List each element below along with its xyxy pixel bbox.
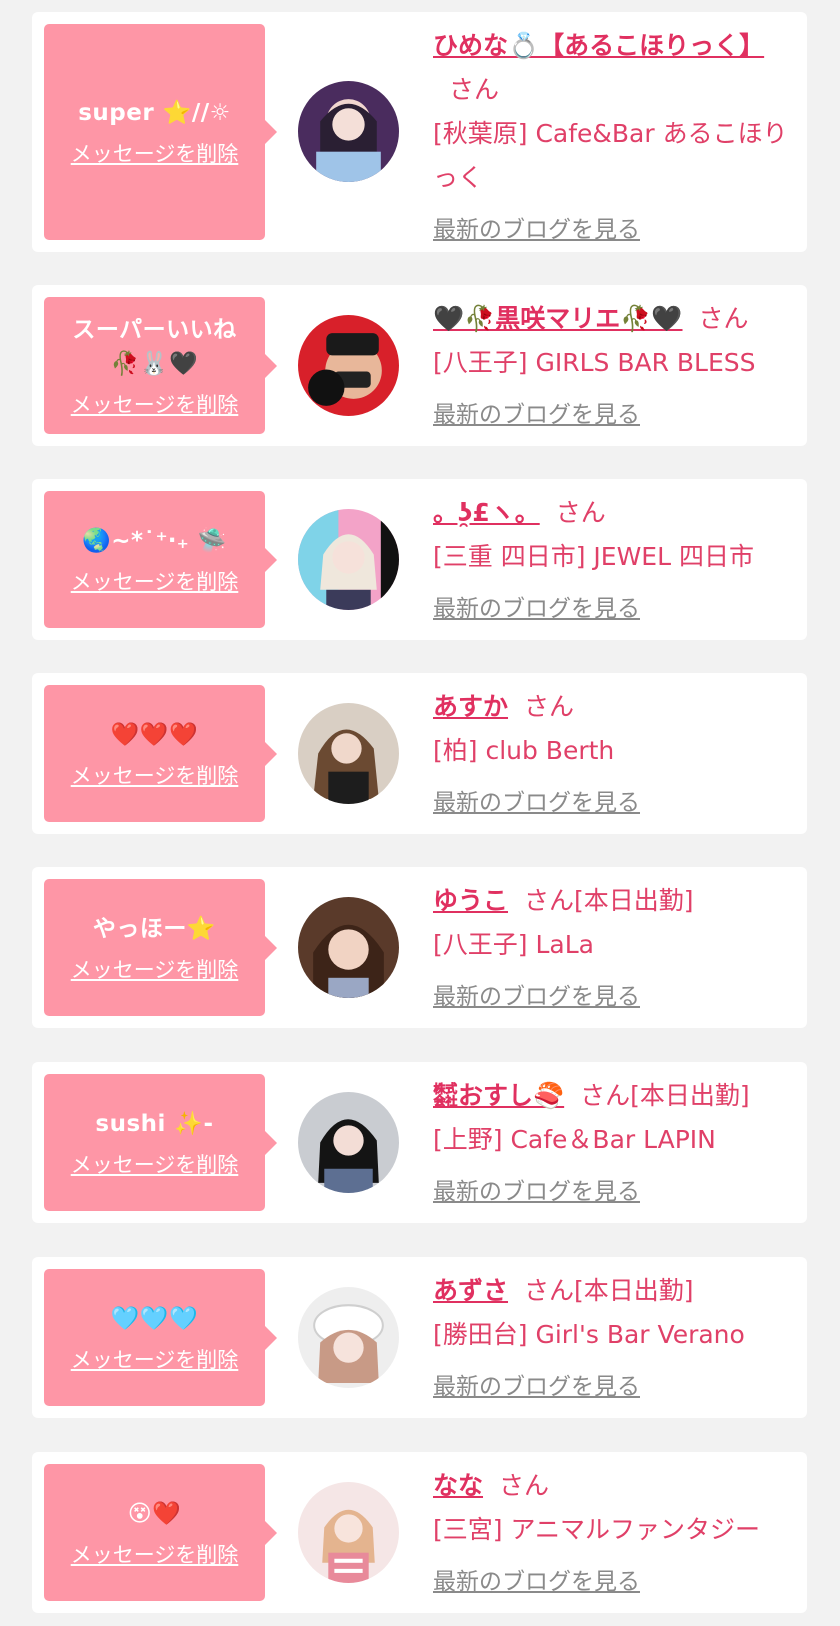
delete-message-link[interactable]: メッセージを削除 bbox=[71, 1539, 239, 1569]
profile-photo-icon bbox=[298, 315, 399, 416]
stamp-message: 😵❤️ bbox=[127, 1500, 182, 1527]
profile-photo-icon bbox=[298, 897, 399, 998]
delete-message-link[interactable]: メッセージを削除 bbox=[71, 389, 239, 419]
favorite-card: 😵❤️ メッセージを削除 なな さん [三宮] アニマルファンタジー 最新のブログ… bbox=[32, 1452, 807, 1613]
honorific: さん bbox=[524, 1276, 575, 1305]
cast-name-link[interactable]: ㍿おすし🍣 bbox=[433, 1081, 564, 1110]
cast-info: ひめな💍【あるこほりっく】さん [秋葉原] Cafe&Bar あるこほりっく 最… bbox=[433, 24, 788, 252]
cast-name-link[interactable]: あずさ bbox=[433, 1276, 508, 1305]
latest-blog-link[interactable]: 最新のブログを見る bbox=[433, 975, 640, 1019]
profile-photo-icon bbox=[298, 1482, 399, 1583]
delete-message-link[interactable]: メッセージを削除 bbox=[71, 760, 239, 790]
honorific: さん bbox=[580, 1081, 631, 1110]
profile-avatar[interactable] bbox=[298, 1287, 399, 1388]
message-bubble: やっほー⭐ メッセージを削除 bbox=[44, 879, 277, 1016]
cast-info: 。ʖ̯£ヽ。 さん [三重 四日市] JEWEL 四日市 最新のブログを見る bbox=[433, 491, 788, 631]
cast-info: 🖤🥀黒咲マリエ🥀🖤 さん [八王子] GIRLS BAR BLESS 最新のブログ… bbox=[433, 297, 788, 437]
message-bubble: スーパーいいね 🥀🐰🖤 メッセージを削除 bbox=[44, 297, 277, 434]
favorite-card: super ⭐//☼ メッセージを削除 ひめな💍【あるこほりっく】さん [秋葉原… bbox=[32, 12, 807, 252]
latest-blog-link[interactable]: 最新のブログを見る bbox=[433, 1170, 640, 1214]
stamp-message: スーパーいいね 🥀🐰🖤 bbox=[72, 316, 237, 377]
shop-name: [三重 四日市] JEWEL 四日市 bbox=[433, 542, 754, 571]
cast-name-link[interactable]: ゆうこ bbox=[433, 886, 508, 915]
cast-info: なな さん [三宮] アニマルファンタジー 最新のブログを見る bbox=[433, 1464, 788, 1604]
favorite-card: ❤️❤️❤️ メッセージを削除 あすか さん [柏] club Berth 最新の… bbox=[32, 673, 807, 834]
honorific: さん bbox=[524, 692, 575, 721]
honorific: さん bbox=[524, 886, 575, 915]
cast-name-link[interactable]: あすか bbox=[433, 692, 508, 721]
honorific: さん bbox=[449, 75, 500, 104]
honorific: さん bbox=[698, 304, 749, 333]
stamp-message: ❤️❤️❤️ bbox=[110, 721, 199, 748]
latest-blog-link[interactable]: 最新のブログを見る bbox=[433, 208, 640, 252]
delete-message-link[interactable]: メッセージを削除 bbox=[71, 954, 239, 984]
shop-name: [勝田台] Girl's Bar Verano bbox=[433, 1320, 745, 1349]
stamp-message: super ⭐//☼ bbox=[78, 100, 231, 126]
cast-name-link[interactable]: 🖤🥀黒咲マリエ🥀🖤 bbox=[433, 304, 683, 333]
cast-name-link[interactable]: ひめな💍【あるこほりっく】 bbox=[433, 31, 764, 60]
profile-photo-icon bbox=[298, 1092, 399, 1193]
delete-message-link[interactable]: メッセージを削除 bbox=[71, 138, 239, 168]
delete-message-link[interactable]: メッセージを削除 bbox=[71, 566, 239, 596]
latest-blog-link[interactable]: 最新のブログを見る bbox=[433, 1560, 640, 1604]
message-bubble: 😵❤️ メッセージを削除 bbox=[44, 1464, 277, 1601]
message-bubble: sushi ✨- メッセージを削除 bbox=[44, 1074, 277, 1211]
latest-blog-link[interactable]: 最新のブログを見る bbox=[433, 1365, 640, 1409]
shop-name: [上野] Cafe＆Bar LAPIN bbox=[433, 1125, 716, 1154]
favorite-card: sushi ✨- メッセージを削除 ㍿おすし🍣 さん[本日出勤] [上野] Caf… bbox=[32, 1062, 807, 1223]
favorite-card: 🩵🩵🩵 メッセージを削除 あずさ さん[本日出勤] [勝田台] Girl's Ba… bbox=[32, 1257, 807, 1418]
favorite-card: やっほー⭐ メッセージを削除 ゆうこ さん[本日出勤] [八王子] LaLa 最新… bbox=[32, 867, 807, 1028]
message-bubble: 🌏~*˙⁺‧₊ 🛸 メッセージを削除 bbox=[44, 491, 277, 628]
profile-photo-icon bbox=[298, 509, 399, 610]
cast-info: あずさ さん[本日出勤] [勝田台] Girl's Bar Verano 最新のブ… bbox=[433, 1269, 788, 1409]
stamp-message: 🌏~*˙⁺‧₊ 🛸 bbox=[82, 527, 227, 554]
work-status: [本日出勤] bbox=[630, 1081, 750, 1110]
shop-name: [八王子] GIRLS BAR BLESS bbox=[433, 348, 756, 377]
latest-blog-link[interactable]: 最新のブログを見る bbox=[433, 781, 640, 825]
stamp-message: やっほー⭐ bbox=[92, 915, 217, 942]
profile-photo-icon bbox=[298, 1287, 399, 1388]
profile-avatar[interactable] bbox=[298, 315, 399, 416]
shop-name: [秋葉原] Cafe&Bar あるこほりっく bbox=[433, 119, 788, 192]
profile-avatar[interactable] bbox=[298, 897, 399, 998]
favorite-card: スーパーいいね 🥀🐰🖤 メッセージを削除 🖤🥀黒咲マリエ🥀🖤 さん [八王子] G… bbox=[32, 285, 807, 446]
profile-photo-icon bbox=[298, 81, 399, 182]
delete-message-link[interactable]: メッセージを削除 bbox=[71, 1344, 239, 1374]
cast-info: ㍿おすし🍣 さん[本日出勤] [上野] Cafe＆Bar LAPIN 最新のブログ… bbox=[433, 1074, 788, 1214]
cast-name-link[interactable]: 。ʖ̯£ヽ。 bbox=[433, 498, 540, 527]
cast-info: ゆうこ さん[本日出勤] [八王子] LaLa 最新のブログを見る bbox=[433, 879, 788, 1019]
message-bubble: ❤️❤️❤️ メッセージを削除 bbox=[44, 685, 277, 822]
profile-avatar[interactable] bbox=[298, 509, 399, 610]
shop-name: [柏] club Berth bbox=[433, 736, 615, 765]
favorites-list: super ⭐//☼ メッセージを削除 ひめな💍【あるこほりっく】さん [秋葉原… bbox=[0, 0, 840, 1626]
cast-name-link[interactable]: なな bbox=[433, 1471, 483, 1500]
latest-blog-link[interactable]: 最新のブログを見る bbox=[433, 587, 640, 631]
work-status: [本日出勤] bbox=[574, 886, 694, 915]
latest-blog-link[interactable]: 最新のブログを見る bbox=[433, 393, 640, 437]
profile-avatar[interactable] bbox=[298, 703, 399, 804]
message-bubble: 🩵🩵🩵 メッセージを削除 bbox=[44, 1269, 277, 1406]
profile-avatar[interactable] bbox=[298, 1092, 399, 1193]
work-status: [本日出勤] bbox=[574, 1276, 694, 1305]
shop-name: [八王子] LaLa bbox=[433, 930, 594, 959]
profile-avatar[interactable] bbox=[298, 1482, 399, 1583]
stamp-message: 🩵🩵🩵 bbox=[110, 1305, 199, 1332]
profile-avatar[interactable] bbox=[298, 81, 399, 182]
honorific: さん bbox=[555, 498, 606, 527]
message-bubble: super ⭐//☼ メッセージを削除 bbox=[44, 24, 277, 240]
stamp-message: sushi ✨- bbox=[95, 1110, 214, 1137]
cast-info: あすか さん [柏] club Berth 最新のブログを見る bbox=[433, 685, 788, 825]
shop-name: [三宮] アニマルファンタジー bbox=[433, 1515, 760, 1544]
favorite-card: 🌏~*˙⁺‧₊ 🛸 メッセージを削除 。ʖ̯£ヽ。 さん [三重 四日市] JEW… bbox=[32, 479, 807, 640]
honorific: さん bbox=[499, 1471, 550, 1500]
delete-message-link[interactable]: メッセージを削除 bbox=[71, 1149, 239, 1179]
profile-photo-icon bbox=[298, 703, 399, 804]
